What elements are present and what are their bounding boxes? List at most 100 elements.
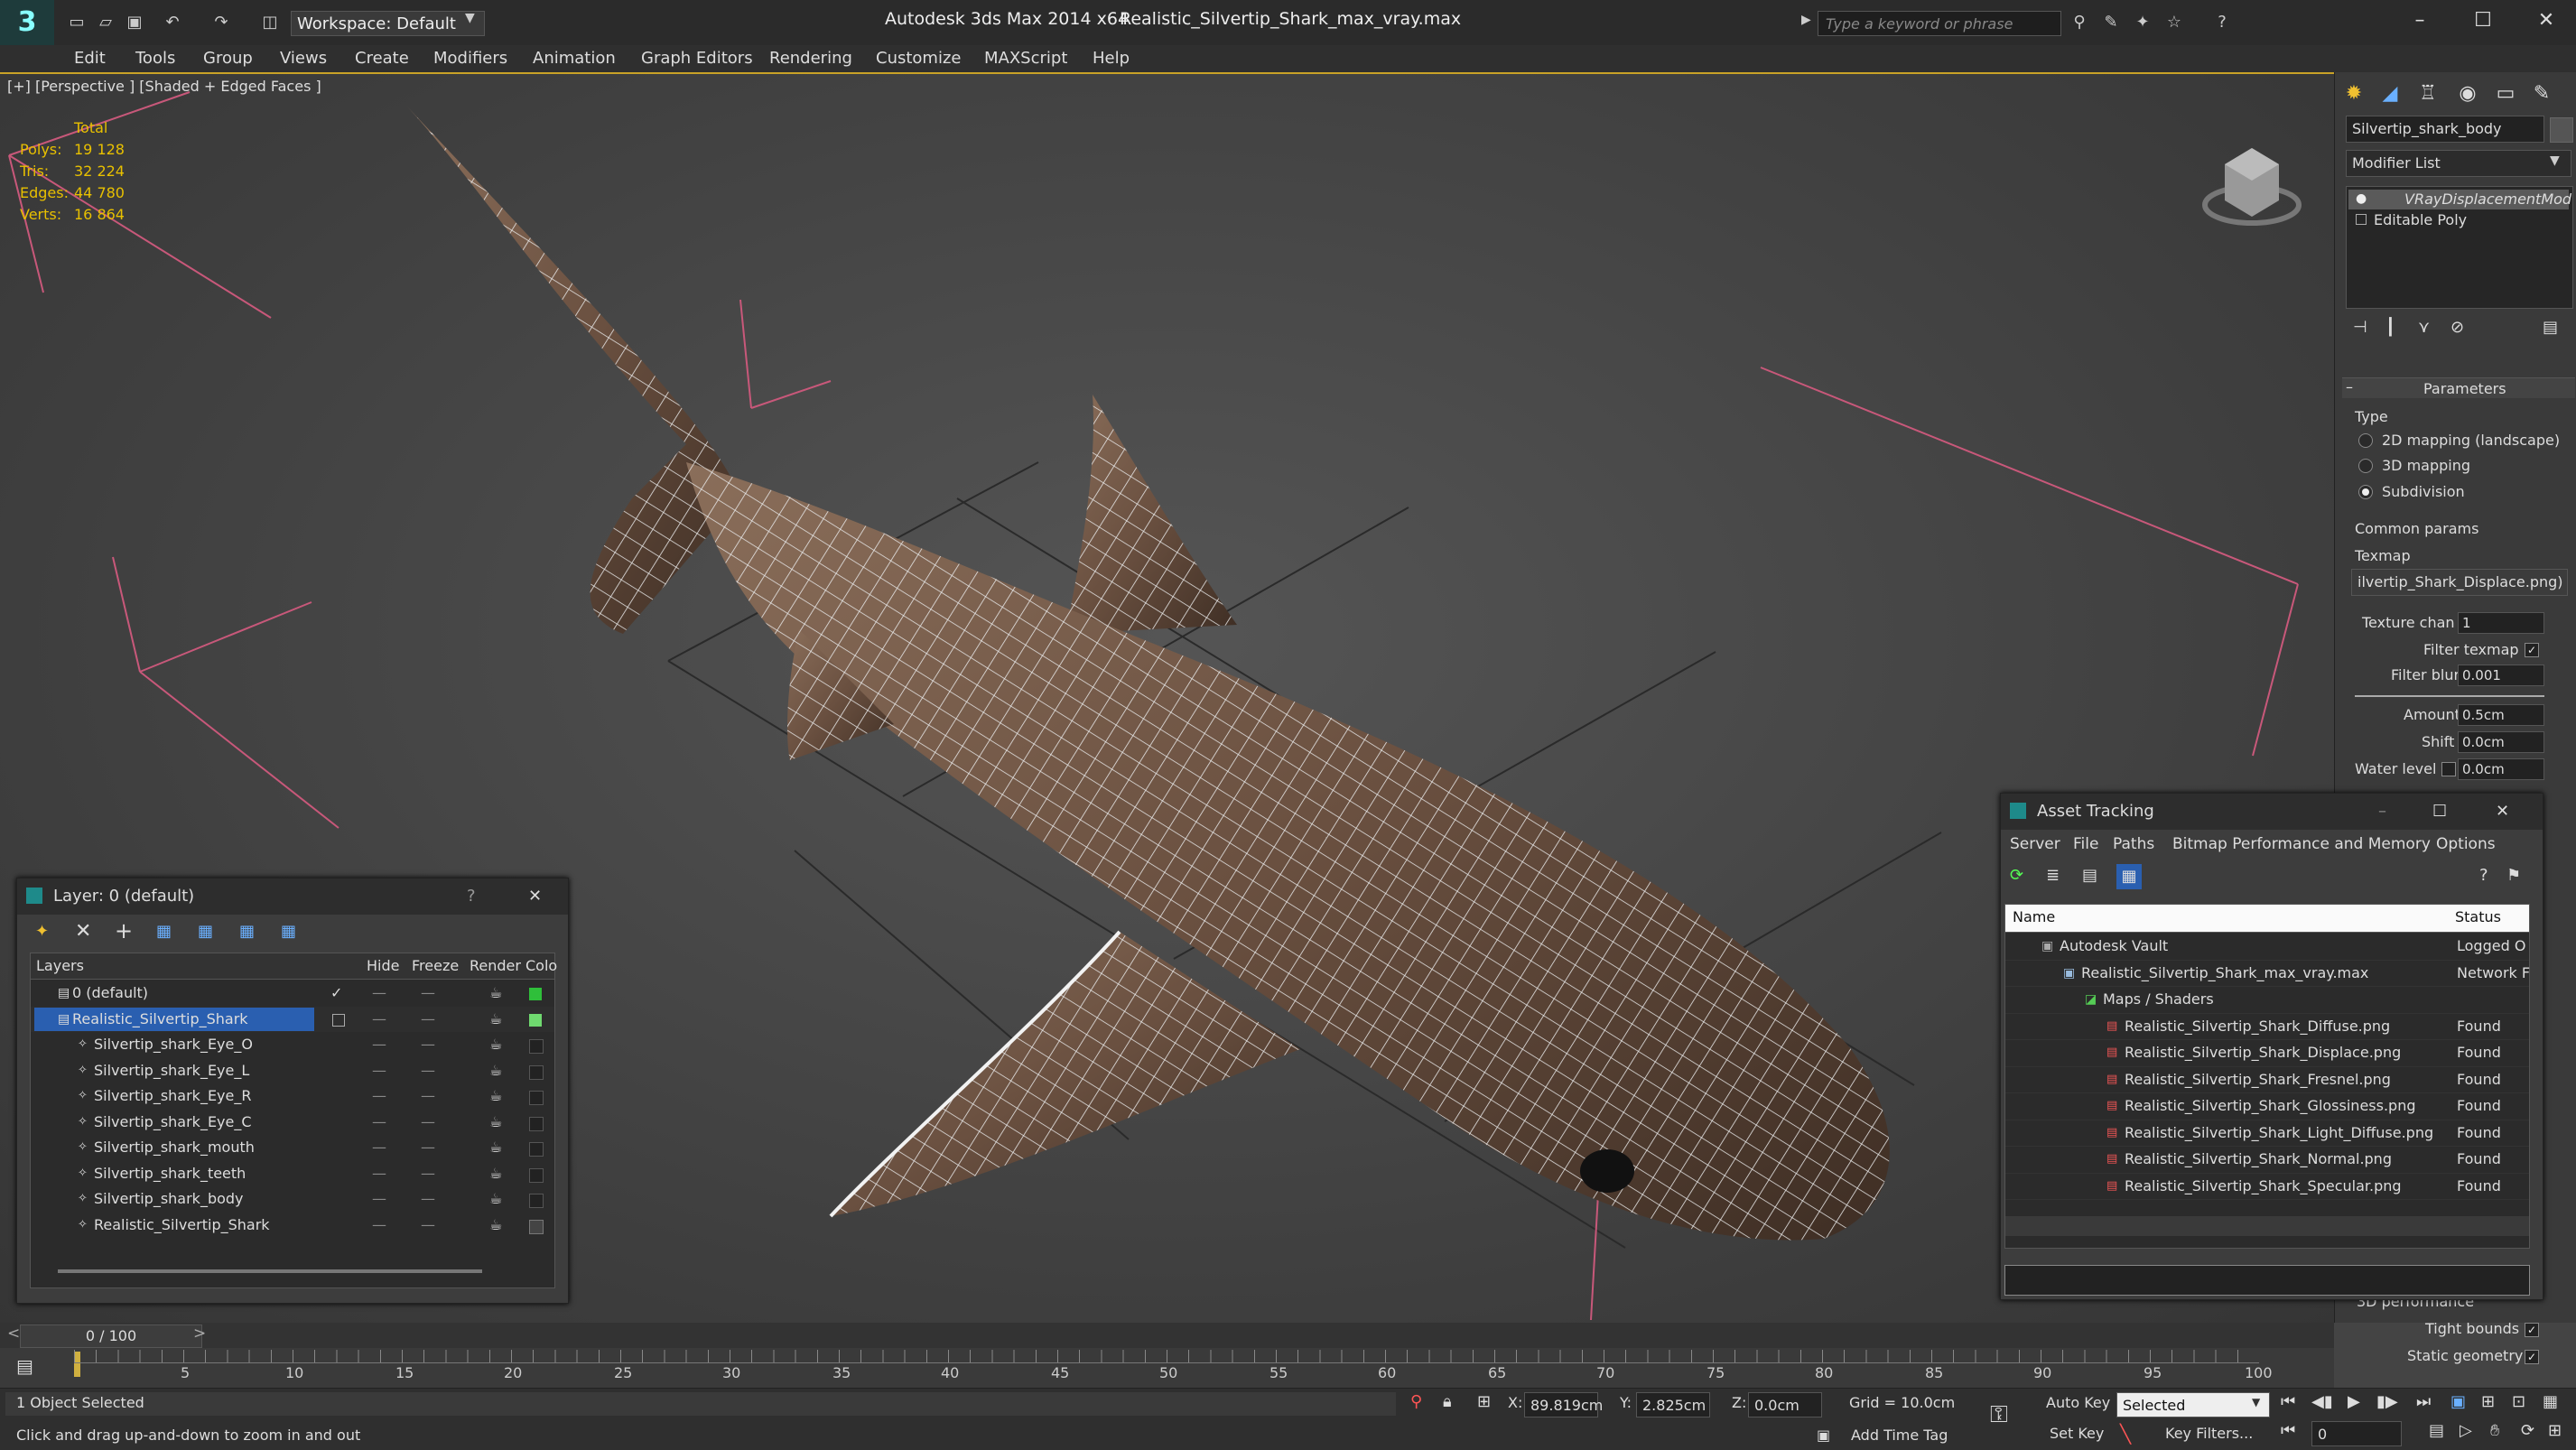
col-hide[interactable]: Hide (367, 957, 399, 974)
layer-color-swatch[interactable] (529, 1167, 544, 1183)
render-teapot-icon[interactable]: ☕ (489, 1032, 502, 1058)
add-time-tag-button[interactable]: Add Time Tag (1851, 1427, 1948, 1444)
parameters-rollout-header[interactable]: – Parameters (2342, 377, 2575, 398)
maximize-viewport-icon[interactable]: ⊞ (2548, 1421, 2562, 1440)
object-color-swatch[interactable] (2550, 117, 2573, 143)
hide-toggle[interactable]: — (372, 1058, 386, 1084)
col-render[interactable]: Render (470, 957, 521, 974)
chevron-down-icon[interactable]: ▼ (2252, 1396, 2260, 1408)
z-coord-field[interactable]: 0.0cm (1748, 1392, 1822, 1417)
refresh-icon[interactable]: ⟳ (2010, 866, 2023, 885)
close-icon[interactable]: ✕ (2496, 794, 2509, 830)
asset-menu-bitmap[interactable]: Bitmap Performance and Memory (2172, 835, 2431, 853)
asset-row-bitmap[interactable]: ▤ Realistic_Silvertip_Shark_Displace.png… (2005, 1040, 2529, 1067)
help-icon[interactable]: ? (2479, 866, 2488, 885)
menu-views[interactable]: Views (280, 45, 327, 72)
go-to-start-small-icon[interactable]: ⏮ (2281, 1421, 2295, 1440)
freeze-toggle[interactable]: — (421, 1161, 435, 1187)
layer-color-swatch[interactable] (529, 1013, 542, 1027)
search-input[interactable]: Type a keyword or phrase (1818, 11, 2061, 36)
detail-view-icon[interactable]: ▤ (2082, 866, 2097, 885)
key-set-dropdown[interactable]: Selected (2116, 1392, 2270, 1417)
auto-key-button[interactable]: Auto Key (2046, 1394, 2110, 1411)
zoom-icon[interactable]: ▷ (2460, 1421, 2472, 1440)
col-name[interactable]: Name (2013, 908, 2055, 925)
time-slider-left-icon[interactable]: < (7, 1325, 20, 1343)
layer-row-selected[interactable]: ▤ Realistic_Silvertip_Shark — — ☕ (31, 1006, 554, 1033)
time-slider-thumb[interactable]: 0 / 100 (20, 1325, 202, 1348)
chevron-down-icon[interactable]: ▼ (2550, 153, 2560, 168)
asset-menu-server[interactable]: Server (2010, 835, 2060, 853)
horizontal-scrollbar[interactable] (58, 1269, 482, 1273)
display-tab-icon[interactable]: ▭ (2488, 78, 2523, 110)
hide-toggle[interactable]: — (372, 1032, 386, 1058)
hide-all-icon[interactable]: ▦ (239, 922, 255, 941)
set-key-button[interactable]: Set Key (2050, 1425, 2104, 1442)
search-expand-icon[interactable]: ▶ (1801, 13, 1811, 27)
undo-icon[interactable]: ↶ (161, 11, 184, 34)
create-tab-icon[interactable]: ✹ (2337, 78, 2371, 110)
list-view-icon[interactable]: ≣ (2046, 866, 2060, 885)
render-teapot-icon[interactable]: ☕ (489, 1083, 502, 1110)
viewport-label[interactable]: [+] [Perspective ] [Shaded + Edged Faces… (7, 78, 321, 95)
asset-row-bitmap[interactable]: ▤ Realistic_Silvertip_Shark_Normal.png F… (2005, 1147, 2529, 1174)
chevron-down-icon[interactable]: ▼ (465, 11, 475, 25)
render-teapot-icon[interactable]: ☕ (489, 1161, 502, 1187)
hierarchy-tab-icon[interactable]: ♖ (2411, 78, 2445, 110)
layer-dialog-titlebar[interactable]: Layer: 0 (default) ? ✕ (17, 878, 568, 915)
texture-chan-spinner[interactable]: 1 (2458, 612, 2544, 634)
isolate-selection-icon[interactable]: ⚲ (1410, 1392, 1422, 1411)
stack-item-editable-poly[interactable]: Editable Poly (2374, 210, 2467, 230)
menu-modifiers[interactable]: Modifiers (433, 45, 507, 72)
absolute-mode-icon[interactable]: ⊞ (1477, 1392, 1491, 1411)
key-mode-toggle-icon[interactable]: ▣ (2450, 1392, 2466, 1411)
set-current-box[interactable] (332, 1013, 345, 1027)
hide-toggle[interactable]: — (372, 1083, 386, 1110)
delete-layer-icon[interactable]: ✕ (75, 920, 91, 943)
make-unique-icon[interactable]: ⋎ (2418, 318, 2430, 337)
menu-maxscript[interactable]: MAXScript (984, 45, 1067, 72)
radio-subdivision[interactable] (2358, 485, 2373, 499)
time-slider-bar[interactable]: < 0 / 100 > (0, 1323, 2334, 1348)
minimize-icon[interactable]: – (2378, 794, 2386, 830)
asset-row-vault[interactable]: ▣ Autodesk Vault Logged O (2005, 934, 2529, 961)
col-freeze[interactable]: Freeze (412, 957, 459, 974)
shift-spinner[interactable]: 0.0cm (2458, 731, 2544, 753)
current-frame-field[interactable]: 0 (2311, 1421, 2402, 1446)
menu-animation[interactable]: Animation (533, 45, 616, 72)
hide-toggle[interactable]: — (372, 1135, 386, 1161)
workspace-dropdown[interactable]: Workspace: Default (291, 11, 485, 36)
close-button[interactable]: ✕ (528, 878, 542, 915)
orbit-icon[interactable]: ⟳ (2521, 1421, 2534, 1440)
communication-icon[interactable]: ✦ (2131, 11, 2154, 34)
water-level-spinner[interactable]: 0.0cm (2458, 758, 2544, 780)
layer-row[interactable]: ✧ Silvertip_shark_Eye_O — — ☕ (31, 1032, 554, 1058)
remove-modifier-icon[interactable]: ⊘ (2450, 318, 2464, 337)
pin-stack-icon[interactable]: ⊣ (2353, 318, 2367, 337)
freeze-all-icon[interactable]: ▦ (281, 922, 296, 941)
freeze-toggle[interactable]: — (421, 1007, 435, 1033)
render-teapot-icon[interactable]: ☕ (489, 1110, 502, 1136)
tight-bounds-checkbox[interactable]: ✓ (2525, 1323, 2539, 1337)
zoom-extents-icon[interactable]: ⊞ (2481, 1392, 2495, 1411)
hide-toggle[interactable]: — (372, 981, 386, 1007)
water-level-checkbox[interactable] (2441, 762, 2456, 776)
freeze-toggle[interactable]: — (421, 1110, 435, 1136)
maximize-icon[interactable]: ☐ (2432, 794, 2447, 830)
asset-row-bitmap[interactable]: ▤ Realistic_Silvertip_Shark_Fresnel.png … (2005, 1067, 2529, 1093)
render-teapot-icon[interactable]: ☕ (489, 1135, 502, 1161)
field-of-view-icon[interactable]: ▦ (2543, 1392, 2558, 1411)
layer-row[interactable]: ✧ Silvertip_shark_teeth — — ☕ (31, 1161, 554, 1187)
asset-row-bitmap[interactable]: ▤ Realistic_Silvertip_Shark_Specular.png… (2005, 1174, 2529, 1200)
freeze-toggle[interactable]: — (421, 1213, 435, 1239)
highlight-layer-icon[interactable]: ▦ (198, 922, 213, 941)
radio-3d-mapping[interactable] (2358, 459, 2373, 473)
filter-blur-spinner[interactable]: 0.001 (2458, 665, 2544, 686)
lightbulb-icon[interactable]: ● (2356, 191, 2367, 206)
asset-row-bitmap[interactable]: ▤ Realistic_Silvertip_Shark_Glossiness.p… (2005, 1093, 2529, 1120)
layer-row[interactable]: ✧ Silvertip_shark_Eye_L — — ☕ (31, 1058, 554, 1084)
layer-color-swatch[interactable] (529, 1064, 544, 1080)
zoom-region-icon[interactable]: ⊡ (2512, 1392, 2525, 1411)
new-file-icon[interactable]: ▭ (65, 11, 88, 34)
col-status[interactable]: Status (2455, 908, 2501, 925)
